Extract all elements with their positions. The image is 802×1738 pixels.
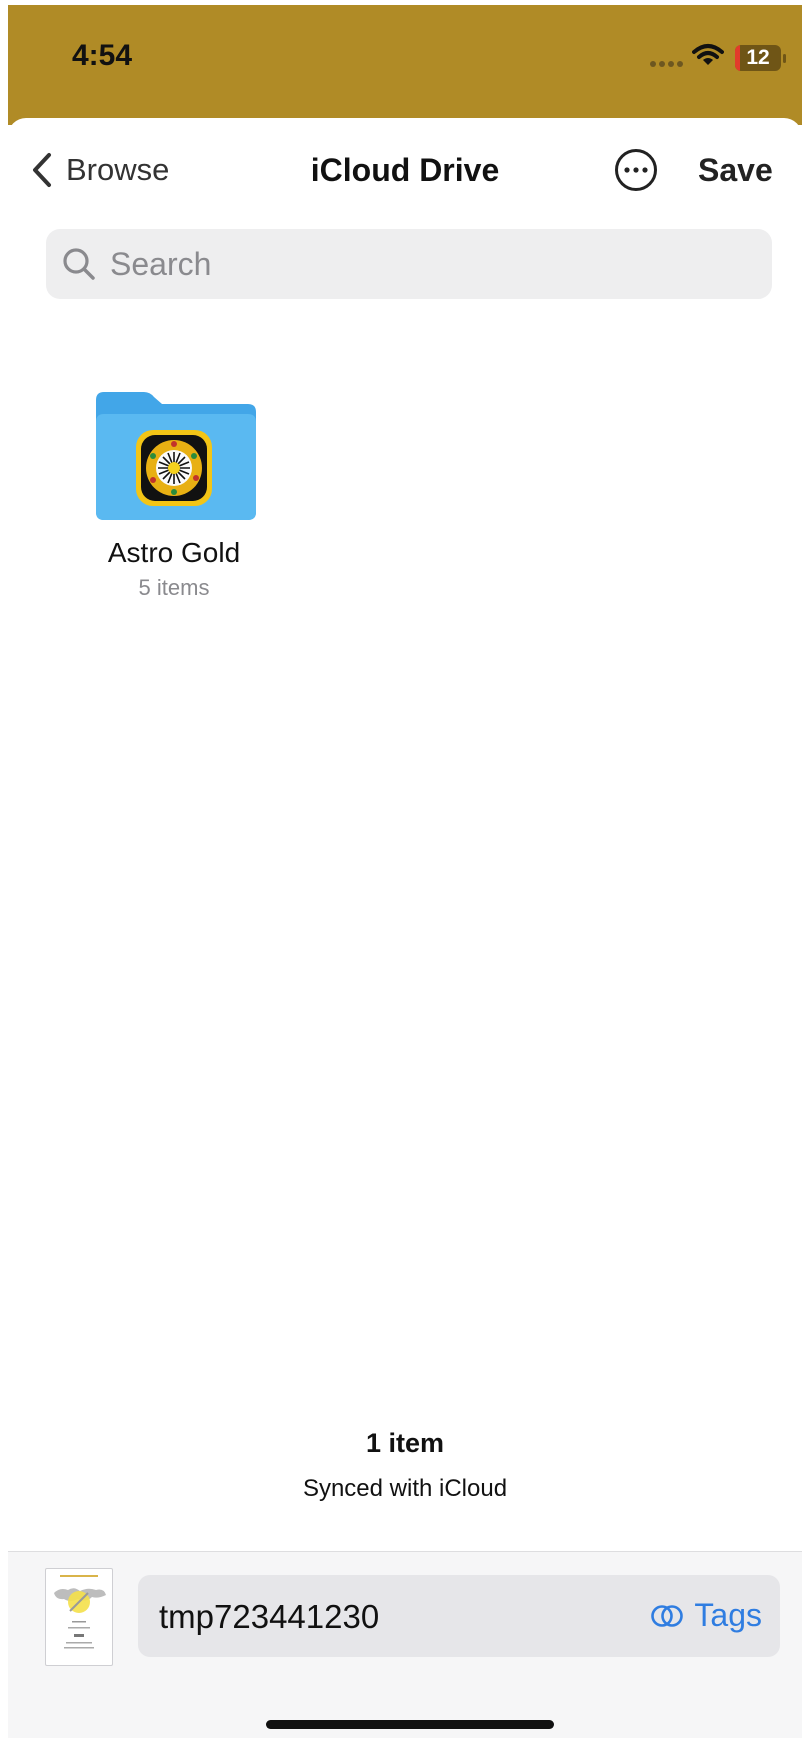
status-bar: 4:54 12 <box>8 5 802 125</box>
folder-item-count: 5 items <box>138 575 210 600</box>
back-label: Browse <box>66 152 170 187</box>
file-save-sheet: Browse iCloud Drive Save Search Astro Go… <box>8 118 802 1737</box>
folder-name: Astro Gold <box>107 537 241 568</box>
battery-level: 12 <box>746 46 770 69</box>
page-title: iCloud Drive <box>310 152 500 188</box>
save-bar: Tags <box>8 1551 802 1738</box>
folder-icon <box>96 392 256 520</box>
document-thumbnail <box>45 1568 113 1666</box>
status-time: 4:54 <box>72 39 133 72</box>
sync-status: Synced with iCloud <box>302 1475 508 1502</box>
home-indicator <box>266 1720 554 1729</box>
tags-icon <box>651 1604 684 1627</box>
search-field[interactable] <box>46 229 772 299</box>
wifi-icon <box>692 43 724 72</box>
directory-summary: 1 item Synced with iCloud <box>8 1428 802 1503</box>
cellular-signal-icon <box>650 61 683 67</box>
folder-astro-gold[interactable]: Astro Gold 5 items <box>84 390 264 601</box>
chevron-left-icon <box>33 153 51 187</box>
back-button[interactable]: Browse <box>32 152 169 188</box>
search-icon <box>62 247 96 281</box>
astro-gold-app-icon <box>136 430 212 506</box>
tags-button[interactable]: Tags <box>650 1597 762 1634</box>
filename-input[interactable] <box>157 1594 621 1640</box>
ellipsis-circle-icon <box>615 149 657 191</box>
search-input[interactable] <box>108 244 712 284</box>
battery-icon: 12 <box>735 45 781 71</box>
filename-field[interactable]: Tags <box>138 1575 780 1657</box>
tags-label: Tags <box>694 1597 762 1633</box>
save-button[interactable]: Save <box>698 152 773 189</box>
more-options-button[interactable] <box>614 148 658 197</box>
item-count: 1 item <box>365 1428 445 1458</box>
